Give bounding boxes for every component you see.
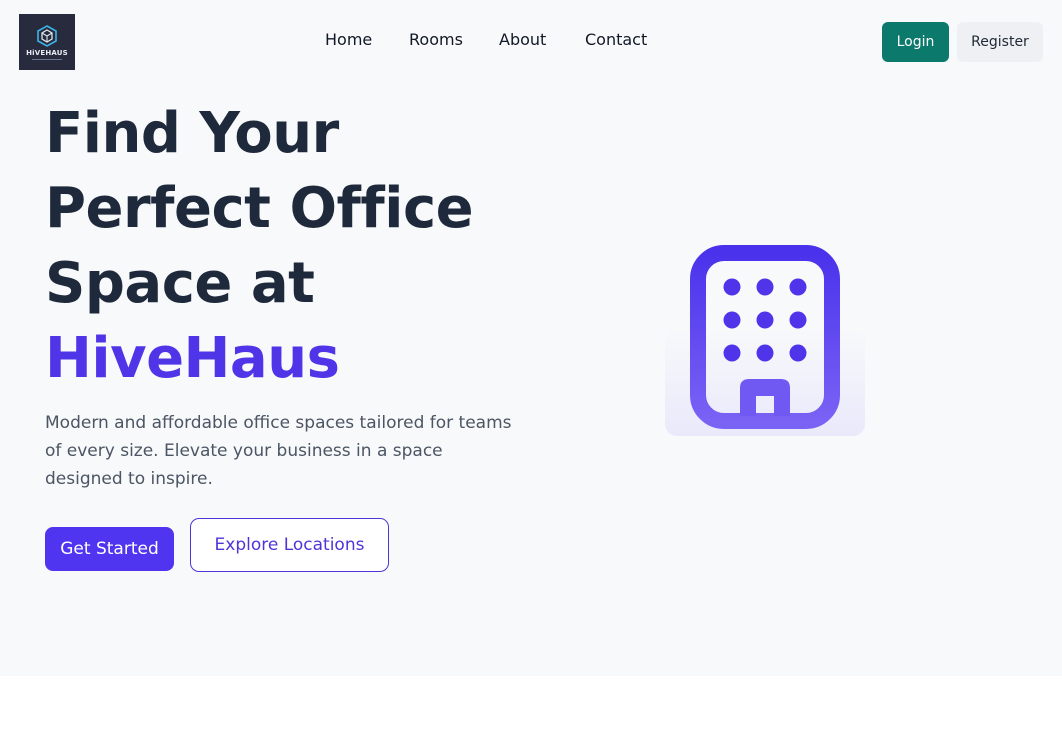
headline-line-1: Find Your — [45, 101, 339, 166]
hero-subtext: Modern and affordable office spaces tail… — [45, 413, 512, 489]
login-button[interactable]: Login — [882, 22, 949, 62]
logo-divider — [32, 58, 62, 60]
explore-locations-button[interactable]: Explore Locations — [190, 518, 389, 572]
logo-wordmark: HiVEHAUS — [26, 48, 68, 57]
logo[interactable]: HiVEHAUS — [19, 14, 75, 70]
nav-home[interactable]: Home — [325, 30, 372, 49]
nav-about[interactable]: About — [499, 30, 546, 49]
register-button[interactable]: Register — [957, 22, 1043, 62]
office-building-icon — [665, 245, 865, 436]
hero-illustration — [660, 238, 870, 447]
nav-rooms[interactable]: Rooms — [409, 30, 463, 49]
headline-line-3: Space at — [45, 251, 315, 316]
headline-brand: HiveHaus — [45, 326, 340, 391]
get-started-button[interactable]: Get Started — [45, 527, 174, 571]
hexagon-cube-icon — [37, 24, 57, 47]
nav-contact[interactable]: Contact — [585, 30, 647, 49]
headline-line-2: Perfect Office — [45, 176, 474, 241]
hero-headline: Find Your Perfect Office Space at HiveHa… — [45, 96, 474, 396]
